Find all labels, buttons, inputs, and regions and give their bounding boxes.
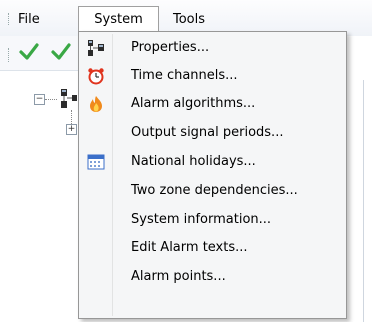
tree-connector [71, 110, 72, 124]
tree-expand-toggle[interactable]: + [66, 124, 77, 135]
menu-item-system-information[interactable]: System information... [81, 208, 344, 232]
menu-item-two-zone-dependencies[interactable]: Two zone dependencies... [81, 179, 344, 203]
toolbar-grip [8, 48, 9, 62]
menu-item-label: Alarm points... [131, 269, 226, 284]
menu-item-label: Time channels... [131, 68, 238, 83]
menubar-grip [8, 13, 11, 25]
menu-item-label: Properties... [131, 40, 210, 55]
menu-file[interactable]: File [18, 10, 40, 30]
menu-item-label: Edit Alarm texts... [131, 240, 248, 255]
menu-item-label: Output signal periods... [131, 125, 284, 140]
network-icon [87, 39, 105, 57]
menu-item-time-channels[interactable]: Time channels... [81, 64, 344, 88]
toolbar [0, 36, 90, 71]
menu-item-properties[interactable]: Properties... [81, 36, 344, 60]
menu-item-label: System information... [131, 212, 272, 227]
green-checkmark-icon[interactable] [50, 40, 72, 67]
menu-system[interactable]: System [78, 6, 159, 32]
menu-item-national-holidays[interactable]: National holidays... [81, 150, 344, 174]
menu-item-label: National holidays... [131, 154, 256, 169]
tree-connector [45, 99, 57, 100]
tree-root-node-icon[interactable] [58, 88, 78, 110]
content-divider [363, 80, 364, 322]
menu-tools[interactable]: Tools [173, 10, 205, 30]
menu-item-alarm-algorithms[interactable]: Alarm algorithms... [81, 92, 344, 116]
menu-item-alarm-points[interactable]: Alarm points... [81, 265, 344, 289]
alarm-clock-icon [87, 67, 105, 85]
menu-item-label: Alarm algorithms... [131, 96, 256, 111]
tree-collapse-toggle[interactable]: − [34, 94, 45, 105]
menu-item-edit-alarm-texts[interactable]: Edit Alarm texts... [81, 236, 344, 260]
menu-item-output-signal-periods[interactable]: Output signal periods... [81, 121, 344, 145]
calendar-icon [87, 153, 105, 171]
system-menu-dropdown: Properties... Time channels... Alarm alg… [78, 31, 347, 319]
green-checkmark-icon[interactable] [18, 40, 40, 67]
menu-item-label: Two zone dependencies... [131, 183, 298, 198]
flame-icon [87, 95, 105, 113]
